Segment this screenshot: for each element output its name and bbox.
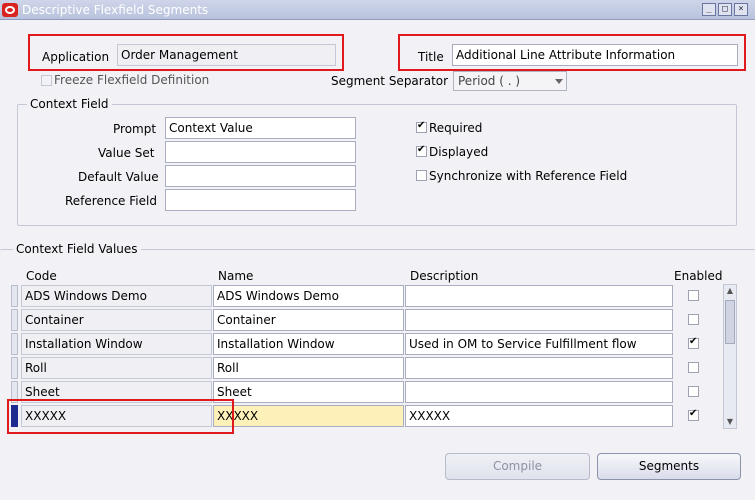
name-cell[interactable]: Container bbox=[213, 309, 404, 331]
default-value-field[interactable] bbox=[165, 165, 356, 187]
row-selector[interactable] bbox=[11, 357, 18, 379]
application-highlight-box bbox=[28, 34, 344, 71]
chevron-down-icon bbox=[555, 79, 563, 84]
code-cell[interactable]: Roll bbox=[21, 357, 212, 379]
code-cell[interactable]: Installation Window bbox=[21, 333, 212, 355]
column-header-description: Description bbox=[410, 269, 479, 283]
column-header-code: Code bbox=[26, 269, 57, 283]
separator-select[interactable]: Period ( . ) bbox=[453, 71, 567, 91]
enabled-checkbox[interactable] bbox=[688, 386, 699, 397]
segments-button[interactable]: Segments bbox=[597, 453, 741, 480]
row-selector[interactable] bbox=[11, 285, 18, 307]
reference-field-label: Reference Field bbox=[65, 194, 157, 208]
synchronize-checkbox[interactable] bbox=[416, 170, 427, 181]
enabled-checkbox[interactable] bbox=[688, 362, 699, 373]
maximize-icon[interactable]: □ bbox=[718, 3, 732, 16]
description-cell[interactable]: Used in OM to Service Fulfillment flow bbox=[405, 333, 673, 355]
required-label: Required bbox=[429, 121, 483, 135]
context-field-group-title: Context Field bbox=[27, 97, 112, 111]
default-value-label: Default Value bbox=[78, 170, 159, 184]
scroll-thumb[interactable] bbox=[725, 300, 735, 344]
value-set-label: Value Set bbox=[98, 146, 155, 160]
scroll-down-icon[interactable]: ▼ bbox=[724, 416, 736, 428]
name-cell[interactable]: Installation Window bbox=[213, 333, 404, 355]
prompt-label: Prompt bbox=[113, 122, 157, 136]
code-cell[interactable]: Container bbox=[21, 309, 212, 331]
separator-value: Period ( . ) bbox=[458, 74, 521, 88]
values-scrollbar[interactable]: ▲ ▼ bbox=[723, 284, 737, 429]
synchronize-label: Synchronize with Reference Field bbox=[429, 169, 628, 183]
close-icon[interactable]: × bbox=[734, 3, 748, 16]
description-cell[interactable]: XXXXX bbox=[405, 405, 673, 427]
freeze-label: Freeze Flexfield Definition bbox=[54, 73, 210, 87]
row-selector[interactable] bbox=[11, 309, 18, 331]
value-set-field[interactable] bbox=[165, 141, 356, 163]
freeze-checkbox[interactable] bbox=[41, 75, 52, 86]
oracle-logo-icon bbox=[2, 3, 18, 17]
displayed-checkbox[interactable] bbox=[416, 144, 427, 157]
enabled-checkbox[interactable] bbox=[688, 290, 699, 301]
description-cell[interactable] bbox=[405, 381, 673, 403]
enabled-checkbox[interactable] bbox=[688, 336, 699, 349]
enabled-checkbox[interactable] bbox=[688, 408, 699, 421]
name-cell[interactable]: ADS Windows Demo bbox=[213, 285, 404, 307]
separator-label: Segment Separator bbox=[331, 74, 449, 88]
description-cell[interactable] bbox=[405, 285, 673, 307]
name-cell[interactable]: Sheet bbox=[213, 381, 404, 403]
column-header-name: Name bbox=[218, 269, 254, 283]
minimize-icon[interactable]: _ bbox=[702, 3, 716, 16]
window-titlebar: Descriptive Flexfield Segments _ □ × bbox=[0, 0, 755, 20]
name-cell-active[interactable]: XXXXX bbox=[213, 405, 404, 427]
context-values-group-title: Context Field Values bbox=[13, 242, 141, 256]
new-row-highlight-box bbox=[7, 399, 234, 434]
scroll-up-icon[interactable]: ▲ bbox=[724, 285, 736, 297]
row-selector[interactable] bbox=[11, 333, 18, 355]
title-highlight-box bbox=[398, 34, 746, 71]
reference-field-field[interactable] bbox=[165, 189, 356, 211]
name-cell[interactable]: Roll bbox=[213, 357, 404, 379]
column-header-enabled: Enabled bbox=[674, 269, 723, 283]
prompt-field[interactable]: Context Value bbox=[165, 117, 356, 139]
window-title: Descriptive Flexfield Segments bbox=[22, 3, 209, 17]
description-cell[interactable] bbox=[405, 309, 673, 331]
code-cell[interactable]: ADS Windows Demo bbox=[21, 285, 212, 307]
enabled-checkbox[interactable] bbox=[688, 314, 699, 325]
displayed-label: Displayed bbox=[429, 145, 489, 159]
compile-button[interactable]: Compile bbox=[445, 453, 590, 480]
description-cell[interactable] bbox=[405, 357, 673, 379]
required-checkbox[interactable] bbox=[416, 120, 427, 133]
